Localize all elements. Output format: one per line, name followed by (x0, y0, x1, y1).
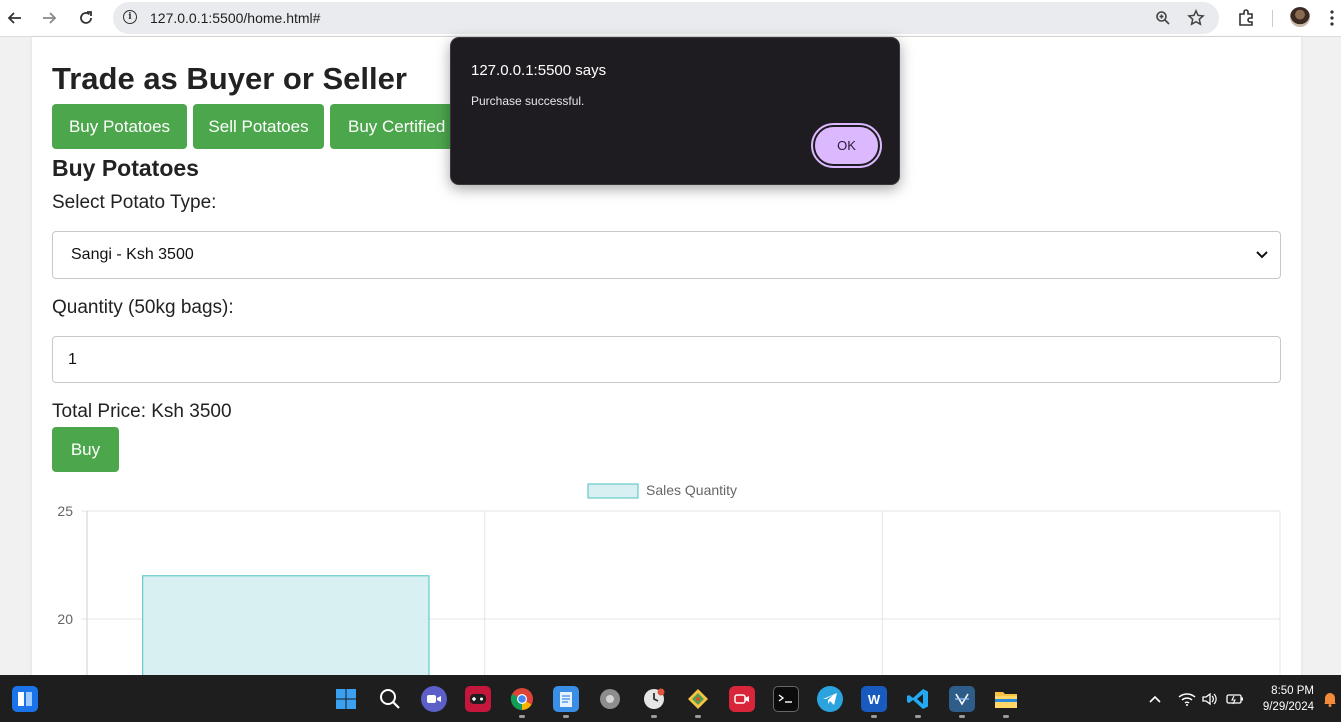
search-icon[interactable] (377, 686, 403, 712)
chart-legend: Sales Quantity (587, 482, 737, 499)
meet-icon[interactable] (421, 686, 447, 712)
taskbar: W 8:50 PM 9/29/2024 (0, 675, 1341, 722)
widgets-icon[interactable] (12, 686, 38, 712)
y-tick-label: 20 (57, 611, 73, 627)
speaker-icon[interactable] (1200, 689, 1220, 709)
site-info-icon[interactable]: i (123, 10, 137, 24)
disc-icon[interactable] (597, 686, 623, 712)
telegram-icon[interactable] (817, 686, 843, 712)
legend-label[interactable]: Sales Quantity (646, 482, 737, 498)
battery-icon[interactable] (1225, 689, 1245, 709)
clock-time: 8:50 PM (1271, 685, 1314, 697)
clock-date: 9/29/2024 (1262, 701, 1314, 713)
terminal-icon[interactable] (773, 686, 799, 712)
url-text[interactable]: 127.0.0.1:5500/home.html# (150, 10, 320, 26)
running-indicator (1003, 715, 1009, 718)
dialog-origin: 127.0.0.1:5500 says (471, 62, 607, 79)
sales-bar[interactable] (142, 575, 430, 677)
chart-bars (142, 575, 430, 677)
vscode-icon[interactable] (905, 686, 931, 712)
running-indicator (959, 715, 965, 718)
recorder-icon[interactable] (729, 686, 755, 712)
git-icon[interactable] (685, 686, 711, 712)
start-icon[interactable] (333, 686, 359, 712)
ok-button[interactable]: OK (811, 123, 882, 168)
bookmark-star-icon[interactable] (1186, 8, 1206, 28)
running-indicator (651, 715, 657, 718)
browser-toolbar: i 127.0.0.1:5500/home.html# (0, 0, 1341, 37)
chevron-up-icon[interactable] (1145, 689, 1165, 709)
running-indicator (519, 715, 525, 718)
running-indicator (695, 715, 701, 718)
chart-y-ticks: 25 20 (57, 503, 73, 627)
profile-avatar[interactable] (1290, 7, 1310, 27)
reload-icon[interactable] (74, 6, 98, 30)
forward-arrow-icon[interactable] (37, 6, 61, 30)
alert-dialog: 127.0.0.1:5500 says Purchase successful.… (450, 37, 900, 185)
zoom-icon[interactable] (1153, 8, 1173, 28)
dialog-message: Purchase successful. (471, 94, 585, 108)
word-icon[interactable]: W (861, 686, 887, 712)
address-bar[interactable]: i 127.0.0.1:5500/home.html# (113, 2, 1219, 34)
game-icon[interactable] (465, 686, 491, 712)
running-indicator (563, 715, 569, 718)
extensions-icon[interactable] (1234, 6, 1258, 30)
legend-swatch[interactable] (587, 483, 639, 499)
virtualbox-icon[interactable] (949, 686, 975, 712)
running-indicator (915, 715, 921, 718)
chrome-icon[interactable] (509, 686, 535, 712)
running-indicator (871, 715, 877, 718)
system-clock[interactable]: 8:50 PM 9/29/2024 (1252, 683, 1314, 715)
word-letter: W (867, 691, 881, 707)
menu-icon[interactable] (1323, 6, 1341, 30)
toolbar-divider (1272, 10, 1273, 27)
clock-icon[interactable] (641, 686, 667, 712)
notification-bell-icon[interactable] (1320, 689, 1340, 709)
wifi-icon[interactable] (1177, 689, 1197, 709)
notepad-icon[interactable] (553, 686, 579, 712)
file-explorer-icon[interactable] (993, 686, 1019, 712)
back-arrow-icon[interactable] (3, 6, 27, 30)
y-tick-label: 25 (57, 503, 73, 519)
